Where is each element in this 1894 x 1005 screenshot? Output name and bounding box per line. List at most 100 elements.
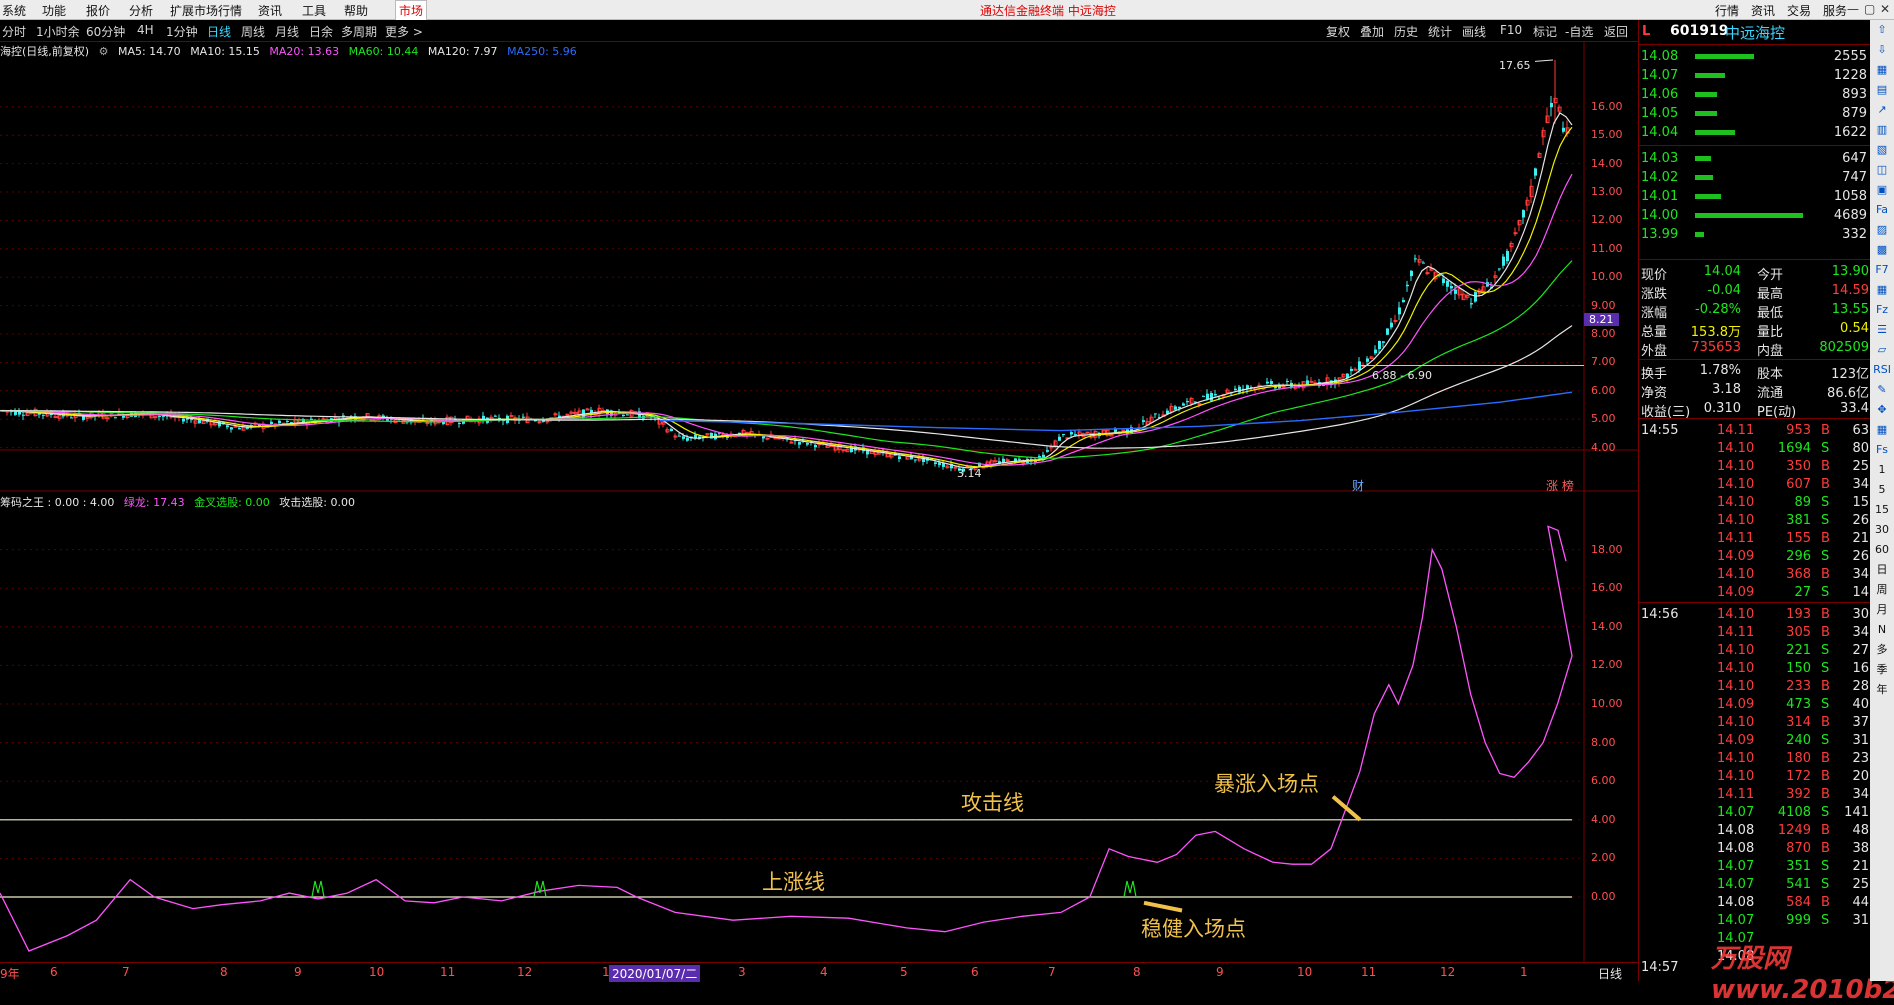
period-1m[interactable]: 1分钟: [166, 23, 198, 40]
sidebar-period-多[interactable]: 多: [1870, 640, 1894, 660]
button-mark[interactable]: 标记: [1533, 23, 1557, 40]
period-more[interactable]: 更多 >: [385, 23, 423, 40]
toolbar-tool-icon[interactable]: Fa: [1870, 200, 1894, 220]
button-statistics[interactable]: 统计: [1428, 23, 1452, 40]
toolbar-tool-icon[interactable]: ▧: [1870, 140, 1894, 160]
toolbar-tool-icon[interactable]: ▨: [1870, 220, 1894, 240]
toolbar-tool-icon[interactable]: ✎: [1870, 380, 1894, 400]
tick-volume: 221: [1786, 643, 1811, 658]
toolbar-tool-icon[interactable]: ☰: [1870, 320, 1894, 340]
tick-price: 14.11: [1717, 423, 1755, 438]
candle-body: [1513, 232, 1518, 235]
menu-analysis[interactable]: 分析: [129, 2, 153, 19]
tick-row: 14.10 150 S 16: [1639, 660, 1871, 679]
sidebar-period-15[interactable]: 15: [1870, 500, 1894, 520]
toolbar-tool-icon[interactable]: ▦: [1870, 60, 1894, 80]
sidebar-period-N[interactable]: N: [1870, 620, 1894, 640]
tick-price: 14.10: [1717, 643, 1755, 658]
toolbar-tool-icon[interactable]: ▦: [1870, 420, 1894, 440]
sidebar-period-年[interactable]: 年: [1870, 680, 1894, 700]
period-60m[interactable]: 60分钟: [86, 23, 125, 40]
period-weekly[interactable]: 周线: [241, 23, 265, 40]
top-button-quote[interactable]: 行情: [1715, 2, 1739, 19]
period-1h[interactable]: 1小时余: [36, 23, 80, 40]
period-monthly[interactable]: 月线: [275, 23, 299, 40]
button-watchlist[interactable]: -自选: [1565, 23, 1593, 40]
sidebar-period-5[interactable]: 5: [1870, 480, 1894, 500]
toolbar-tool-icon[interactable]: ▩: [1870, 240, 1894, 260]
period-daily-extra[interactable]: 日余: [309, 23, 333, 40]
x-label: 9: [1216, 965, 1224, 979]
candle-body: [1142, 420, 1145, 422]
button-f10[interactable]: F10: [1500, 23, 1522, 37]
menu-info[interactable]: 资讯: [258, 2, 282, 19]
toolbar-tool-icon[interactable]: ▥: [1870, 120, 1894, 140]
sidebar-period-月[interactable]: 月: [1870, 600, 1894, 620]
settings-gear-icon[interactable]: ⚙: [99, 45, 109, 58]
toolbar-tool-icon[interactable]: ▣: [1870, 180, 1894, 200]
period-daily[interactable]: 日线: [207, 23, 231, 40]
stat-label: 今开: [1757, 268, 1784, 283]
menu-extended-market[interactable]: 扩展市场行情: [170, 2, 242, 19]
toolbar-tool-icon[interactable]: ↗: [1870, 100, 1894, 120]
menu-tools[interactable]: 工具: [302, 2, 326, 19]
tick-row: 14.11 305 B 34: [1639, 624, 1871, 643]
main-y-tick: 5.00: [1591, 412, 1616, 426]
toolbar-tool-icon[interactable]: ✥: [1870, 400, 1894, 420]
buy-volume: 1058: [1833, 189, 1867, 204]
sidebar-period-60[interactable]: 60: [1870, 540, 1894, 560]
top-button-trade[interactable]: 交易: [1787, 2, 1811, 19]
stat-row: 现价 14.04 今开 13.90: [1639, 263, 1871, 283]
menu-market-tab[interactable]: 市场: [395, 0, 428, 21]
button-draw-line[interactable]: 画线: [1462, 23, 1486, 40]
menu-function[interactable]: 功能: [42, 2, 66, 19]
sidebar-period-周[interactable]: 周: [1870, 580, 1894, 600]
button-restore-rights[interactable]: 复权: [1326, 23, 1350, 40]
toolbar-tool-icon[interactable]: Fz: [1870, 300, 1894, 320]
button-history[interactable]: 历史: [1394, 23, 1418, 40]
toolbar-tool-icon[interactable]: ⇧: [1870, 20, 1894, 40]
button-overlay[interactable]: 叠加: [1360, 23, 1384, 40]
sidebar-period-季[interactable]: 季: [1870, 660, 1894, 680]
restore-icon[interactable]: ▢: [1864, 2, 1875, 16]
period-4h[interactable]: 4H: [137, 23, 154, 37]
candle-body: [678, 435, 681, 437]
toolbar-tool-icon[interactable]: Fs: [1870, 440, 1894, 460]
candle-body: [1350, 368, 1353, 372]
minimize-icon[interactable]: —: [1847, 2, 1859, 16]
candle-body: [545, 420, 550, 423]
menu-help[interactable]: 帮助: [344, 2, 368, 19]
toolbar-tool-icon[interactable]: ⇩: [1870, 40, 1894, 60]
sell-price: 14.07: [1641, 68, 1679, 83]
toolbar-tool-icon[interactable]: ◫: [1870, 160, 1894, 180]
period-multi[interactable]: 多周期: [341, 23, 377, 40]
ma60-line: [0, 260, 1573, 459]
surge-entry-arrow: [1331, 795, 1362, 822]
tick-price: 14.10: [1717, 477, 1755, 492]
toolbar-tool-icon[interactable]: ▤: [1870, 80, 1894, 100]
toolbar-tool-icon[interactable]: ▦: [1870, 280, 1894, 300]
sidebar-period-1[interactable]: 1: [1870, 460, 1894, 480]
sidebar-period-30[interactable]: 30: [1870, 520, 1894, 540]
tick-side: B: [1821, 679, 1830, 694]
tick-row: 14.10 350 B 25: [1639, 458, 1871, 477]
top-button-service[interactable]: 服务: [1823, 2, 1847, 19]
toolbar-tool-icon[interactable]: F7: [1870, 260, 1894, 280]
candle-body: [898, 456, 901, 460]
menu-quote[interactable]: 报价: [86, 2, 110, 19]
close-icon[interactable]: ✕: [1880, 2, 1890, 16]
main-y-tick: 11.00: [1591, 241, 1623, 255]
x-label-cursor-date: 2020/01/07/二: [609, 965, 701, 982]
button-back[interactable]: 返回: [1604, 23, 1628, 40]
period-indicator[interactable]: 日线: [1598, 965, 1622, 982]
top-button-info[interactable]: 资讯: [1751, 2, 1775, 19]
sidebar-period-日[interactable]: 日: [1870, 560, 1894, 580]
tick-row: 14.10 180 B 23: [1639, 750, 1871, 769]
toolbar-tool-icon[interactable]: RSI: [1870, 360, 1894, 380]
toolbar-tool-icon[interactable]: ▱: [1870, 340, 1894, 360]
menu-system[interactable]: 系统: [2, 2, 26, 19]
candlestick-chart[interactable]: [0, 42, 1638, 492]
period-intraday[interactable]: 分时: [2, 23, 26, 40]
tick-price: 14.10: [1717, 441, 1755, 456]
bottom-tick-time: 14:57: [1641, 960, 1679, 975]
